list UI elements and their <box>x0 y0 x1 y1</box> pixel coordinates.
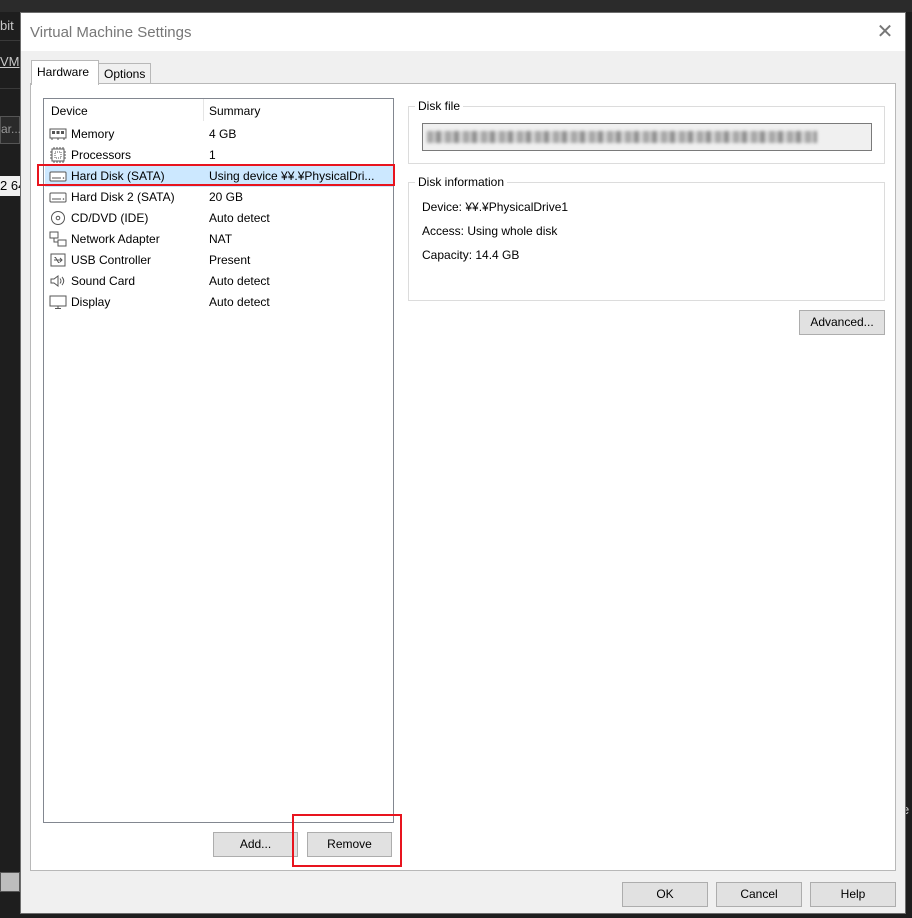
background-divider <box>0 88 20 89</box>
dialog-title: Virtual Machine Settings <box>30 24 192 41</box>
device-name: Hard Disk 2 (SATA) <box>71 190 175 204</box>
device-row-hard-disk-sata[interactable]: Hard Disk (SATA) Using device ¥¥.¥Physic… <box>45 166 393 187</box>
remove-button[interactable]: Remove <box>307 832 392 857</box>
title-bar: Virtual Machine Settings ✕ <box>21 13 905 51</box>
help-button[interactable]: Help <box>810 882 896 907</box>
disk-file-group-label: Disk file <box>415 99 464 113</box>
device-row-sound-card[interactable]: Sound Card Auto detect <box>45 271 393 292</box>
hard-disk-icon <box>49 192 67 203</box>
device-summary: Auto detect <box>209 211 270 225</box>
disk-information-group-label: Disk information <box>415 175 508 189</box>
close-icon: ✕ <box>876 21 894 43</box>
device-name: Sound Card <box>71 274 136 288</box>
device-name: Network Adapter <box>71 232 160 246</box>
device-name: Display <box>71 295 111 309</box>
device-summary: Using device ¥¥.¥PhysicalDri... <box>209 169 375 183</box>
processor-icon <box>50 147 66 163</box>
memory-icon <box>49 128 67 140</box>
network-adapter-icon <box>49 231 67 247</box>
device-row-processors[interactable]: Processors 1 <box>45 145 393 166</box>
device-name: Hard Disk (SATA) <box>71 169 165 183</box>
hard-disk-icon <box>49 171 67 182</box>
background-search-input: ar... <box>0 116 22 144</box>
device-row-hard-disk-2-sata[interactable]: Hard Disk 2 (SATA) 20 GB <box>45 187 393 208</box>
tab-options[interactable]: Options <box>98 63 151 84</box>
background-selected-item: 2 64 <box>0 176 20 196</box>
list-header: Device Summary <box>44 99 393 121</box>
device-name: Memory <box>71 127 115 141</box>
advanced-button[interactable]: Advanced... <box>799 310 885 335</box>
usb-icon <box>50 253 66 267</box>
device-summary: Auto detect <box>209 295 270 309</box>
cancel-button[interactable]: Cancel <box>716 882 802 907</box>
device-name: USB Controller <box>71 253 152 267</box>
speaker-icon <box>50 275 65 287</box>
device-row-usb-controller[interactable]: USB Controller Present <box>45 250 393 271</box>
disk-file-path-field[interactable] <box>422 123 872 151</box>
background-text-fragment: VM <box>0 54 20 69</box>
column-header-summary[interactable]: Summary <box>209 104 260 118</box>
device-summary: NAT <box>209 232 233 246</box>
device-row-network-adapter[interactable]: Network Adapter NAT <box>45 229 393 250</box>
device-name: CD/DVD (IDE) <box>71 211 149 225</box>
device-summary: Auto detect <box>209 274 270 288</box>
column-separator[interactable] <box>203 99 204 121</box>
disk-information-group: Disk information Device: ¥¥.¥PhysicalDri… <box>408 175 885 301</box>
close-button[interactable]: ✕ <box>871 19 899 45</box>
disk-device-info: Device: ¥¥.¥PhysicalDrive1 <box>422 200 569 214</box>
disk-file-group: Disk file <box>408 99 885 164</box>
background-divider <box>0 40 20 41</box>
tab-hardware[interactable]: Hardware <box>31 60 99 85</box>
cd-dvd-icon <box>51 211 65 225</box>
ok-button[interactable]: OK <box>622 882 708 907</box>
column-header-device[interactable]: Device <box>51 104 88 118</box>
background-app-topbar <box>0 0 912 12</box>
disk-access-info: Access: Using whole disk <box>422 224 558 238</box>
background-text-fragment: bit <box>0 18 14 33</box>
device-summary: 4 GB <box>209 127 237 141</box>
add-button[interactable]: Add... <box>213 832 298 857</box>
device-summary: Present <box>209 253 251 267</box>
hardware-tab-panel: Device Summary Memory 4 GB Processors 1 … <box>30 83 896 871</box>
device-summary: 20 GB <box>209 190 244 204</box>
device-list[interactable]: Device Summary Memory 4 GB Processors 1 … <box>43 98 394 823</box>
background-input-text: ar... <box>1 122 22 136</box>
redacted-path <box>427 131 817 143</box>
disk-capacity-info: Capacity: 14.4 GB <box>422 248 520 262</box>
vm-settings-dialog: Virtual Machine Settings ✕ Options Hardw… <box>20 12 906 914</box>
device-row-memory[interactable]: Memory 4 GB <box>45 124 393 145</box>
device-name: Processors <box>71 148 132 162</box>
device-row-cd-dvd[interactable]: CD/DVD (IDE) Auto detect <box>45 208 393 229</box>
device-summary: 1 <box>209 148 216 162</box>
device-row-display[interactable]: Display Auto detect <box>45 292 393 313</box>
monitor-icon <box>49 295 67 309</box>
background-button <box>0 872 20 892</box>
